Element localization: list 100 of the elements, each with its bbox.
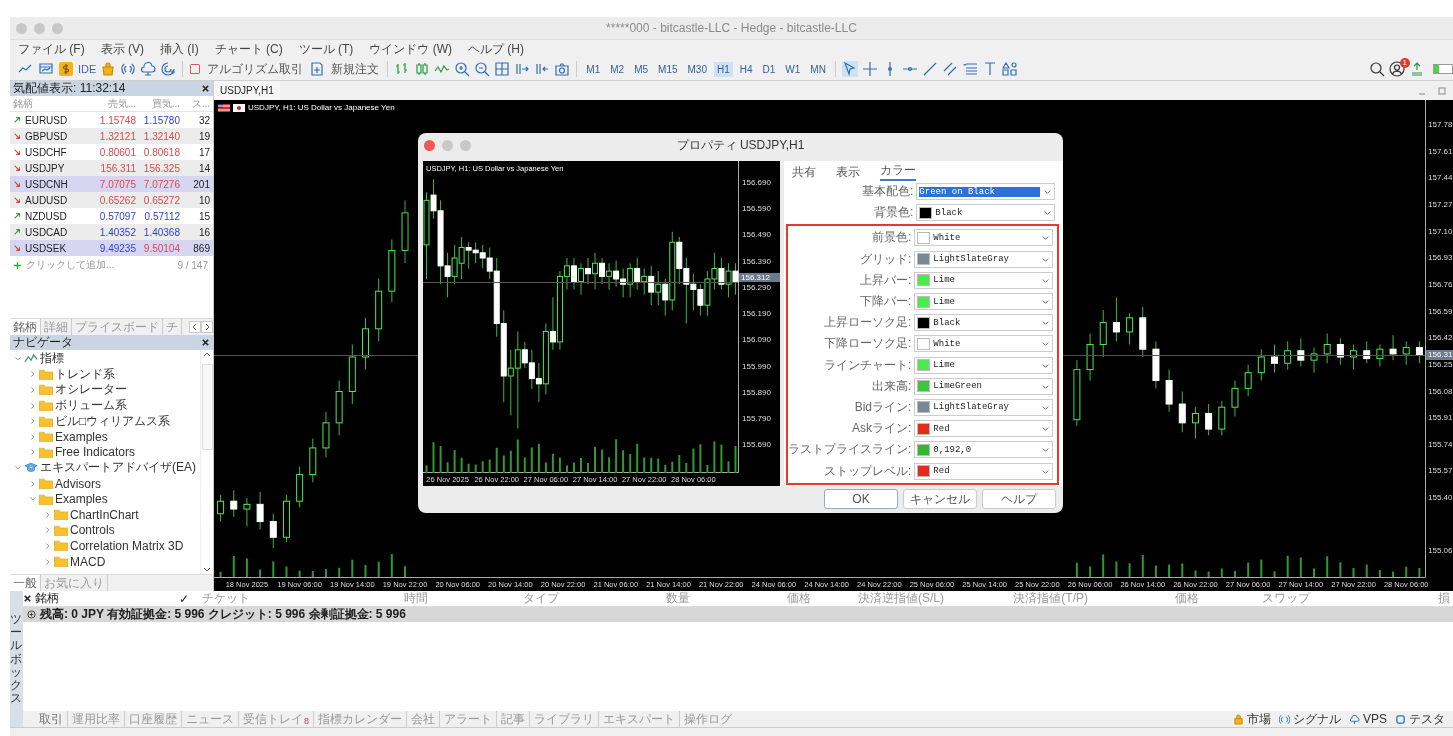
- tree-item[interactable]: Free Indicators: [55, 445, 136, 460]
- color-dropdown[interactable]: LightSlateGray: [914, 398, 1054, 416]
- maximize-icon[interactable]: [1437, 85, 1447, 96]
- caret-icon[interactable]: [1041, 233, 1051, 243]
- expander-icon[interactable]: [44, 526, 52, 535]
- tree-item[interactable]: Correlation Matrix 3D: [70, 538, 184, 553]
- toolbox-tab[interactable]: 取引: [35, 710, 67, 728]
- tree-item[interactable]: ChartInChart: [70, 507, 139, 522]
- tree-item[interactable]: MACD: [70, 554, 106, 569]
- globe-plus-icon[interactable]: [160, 61, 177, 77]
- dialog-tab[interactable]: 表示: [836, 164, 860, 181]
- status-link[interactable]: シグナル: [1293, 710, 1341, 728]
- expander-icon[interactable]: [29, 479, 37, 488]
- menu-item[interactable]: チャート (C): [214, 40, 283, 58]
- menu-item[interactable]: ウインドウ (W): [369, 40, 452, 58]
- color-dropdown[interactable]: White: [914, 229, 1054, 247]
- cloud-icon[interactable]: [1349, 713, 1360, 725]
- plus-icon[interactable]: [13, 260, 22, 270]
- quote-row[interactable]: USDCNH 7.07075 7.07276 201: [10, 176, 213, 192]
- tester-icon[interactable]: [1395, 713, 1406, 725]
- timeframe-button[interactable]: H4: [736, 61, 756, 77]
- bag-icon[interactable]: [100, 61, 117, 77]
- caret-icon[interactable]: [1043, 187, 1053, 197]
- caret-icon[interactable]: [1041, 445, 1051, 455]
- new-order-button[interactable]: 新規注文: [329, 60, 382, 78]
- account-icon[interactable]: [1389, 61, 1405, 77]
- grid-icon[interactable]: [494, 61, 511, 77]
- color-dropdown[interactable]: 0,192,0: [914, 441, 1054, 459]
- color-dropdown[interactable]: Lime: [914, 271, 1054, 289]
- color-dropdown[interactable]: White: [914, 335, 1054, 353]
- expander-icon[interactable]: [29, 448, 37, 457]
- expander-icon[interactable]: [29, 432, 37, 441]
- tree-item[interactable]: ビル□ウィリアムス系: [55, 412, 171, 430]
- expander-icon[interactable]: [44, 557, 52, 566]
- close-icon[interactable]: [201, 338, 210, 347]
- cursor-icon[interactable]: [841, 61, 858, 77]
- color-dropdown[interactable]: Black: [914, 314, 1054, 332]
- timeframe-button[interactable]: H1: [713, 61, 733, 77]
- quote-row[interactable]: USDCAD 1.40352 1.40368 16: [10, 224, 213, 240]
- timeframe-button[interactable]: M15: [655, 61, 681, 77]
- close-button[interactable]: [424, 140, 435, 151]
- menu-item[interactable]: ツール (T): [298, 40, 354, 58]
- shapes-icon[interactable]: [1001, 61, 1018, 77]
- dialog-tab[interactable]: 共有: [792, 164, 816, 181]
- color-dropdown[interactable]: Lime: [914, 293, 1054, 311]
- status-link[interactable]: VPS: [1363, 712, 1387, 726]
- candlestick-icon[interactable]: [414, 61, 431, 77]
- trendline-icon[interactable]: [921, 61, 938, 77]
- color-dropdown[interactable]: LightSlateGray: [914, 250, 1054, 268]
- menu-item[interactable]: ファイル (F): [18, 40, 85, 58]
- expander-icon[interactable]: [29, 370, 37, 379]
- tree-item[interactable]: オシレーター: [55, 381, 127, 399]
- color-dropdown[interactable]: Black: [916, 204, 1056, 222]
- dialog-tab[interactable]: カラー: [880, 162, 916, 181]
- timeframe-button[interactable]: M30: [684, 61, 710, 77]
- dialog-button[interactable]: ヘルプ: [982, 489, 1056, 509]
- signal-icon[interactable]: [120, 61, 137, 77]
- timeframe-button[interactable]: W1: [782, 61, 804, 77]
- caret-icon[interactable]: [1043, 208, 1053, 218]
- quote-row[interactable]: GBPUSD 1.32121 1.32140 19: [10, 128, 213, 144]
- expander-icon[interactable]: [29, 386, 37, 394]
- timeframe-button[interactable]: M2: [607, 61, 628, 77]
- tree-item[interactable]: Examples: [55, 429, 108, 444]
- caret-icon[interactable]: [1041, 318, 1051, 328]
- dollar-icon[interactable]: [58, 61, 74, 77]
- quote-row[interactable]: NZDUSD 0.57097 0.57112 15: [10, 208, 213, 224]
- caret-icon[interactable]: [1041, 297, 1051, 307]
- camera-icon[interactable]: [554, 61, 571, 77]
- tree-item[interactable]: Controls: [70, 523, 115, 538]
- dialog-button[interactable]: OK: [824, 489, 898, 509]
- stop-square-icon[interactable]: [189, 63, 202, 75]
- quote-row[interactable]: USDCHF 0.80601 0.80618 17: [10, 144, 213, 160]
- zoom-out-icon[interactable]: [474, 61, 491, 77]
- tree-item[interactable]: Advisors: [55, 476, 101, 491]
- status-link[interactable]: テスタ: [1409, 710, 1445, 728]
- checkmark[interactable]: ✓: [179, 591, 199, 606]
- caret-icon[interactable]: [1041, 339, 1051, 349]
- dialog-button[interactable]: キャンセル: [903, 489, 977, 509]
- menu-item[interactable]: ヘルプ (H): [468, 40, 524, 58]
- menu-item[interactable]: 挿入 (I): [160, 40, 199, 58]
- quote-row[interactable]: EURUSD 1.15748 1.15780 32: [10, 112, 213, 128]
- color-dropdown[interactable]: Red: [914, 420, 1054, 438]
- ide-button[interactable]: IDE: [78, 63, 97, 75]
- caret-icon[interactable]: [1041, 424, 1051, 434]
- scroll-end-icon[interactable]: [514, 61, 531, 77]
- cloud-icon[interactable]: [140, 61, 157, 77]
- algo-trading-button[interactable]: アルゴリズム取引: [205, 60, 306, 78]
- bag-icon[interactable]: [1233, 713, 1244, 725]
- expander-icon[interactable]: [14, 463, 22, 472]
- shift-icon[interactable]: [534, 61, 551, 77]
- status-link[interactable]: 市場: [1247, 710, 1271, 728]
- expander-icon[interactable]: [44, 541, 52, 550]
- color-dropdown[interactable]: Lime: [914, 356, 1054, 374]
- menu-item[interactable]: 表示 (V): [100, 40, 144, 58]
- chart-tab[interactable]: USDJPY,H1: [214, 81, 280, 100]
- scrollbar-thumb[interactable]: [201, 364, 213, 450]
- expander-icon[interactable]: [29, 417, 37, 426]
- expander-icon[interactable]: [29, 401, 37, 410]
- color-dropdown[interactable]: Red: [914, 462, 1054, 480]
- channel-icon[interactable]: [941, 61, 958, 77]
